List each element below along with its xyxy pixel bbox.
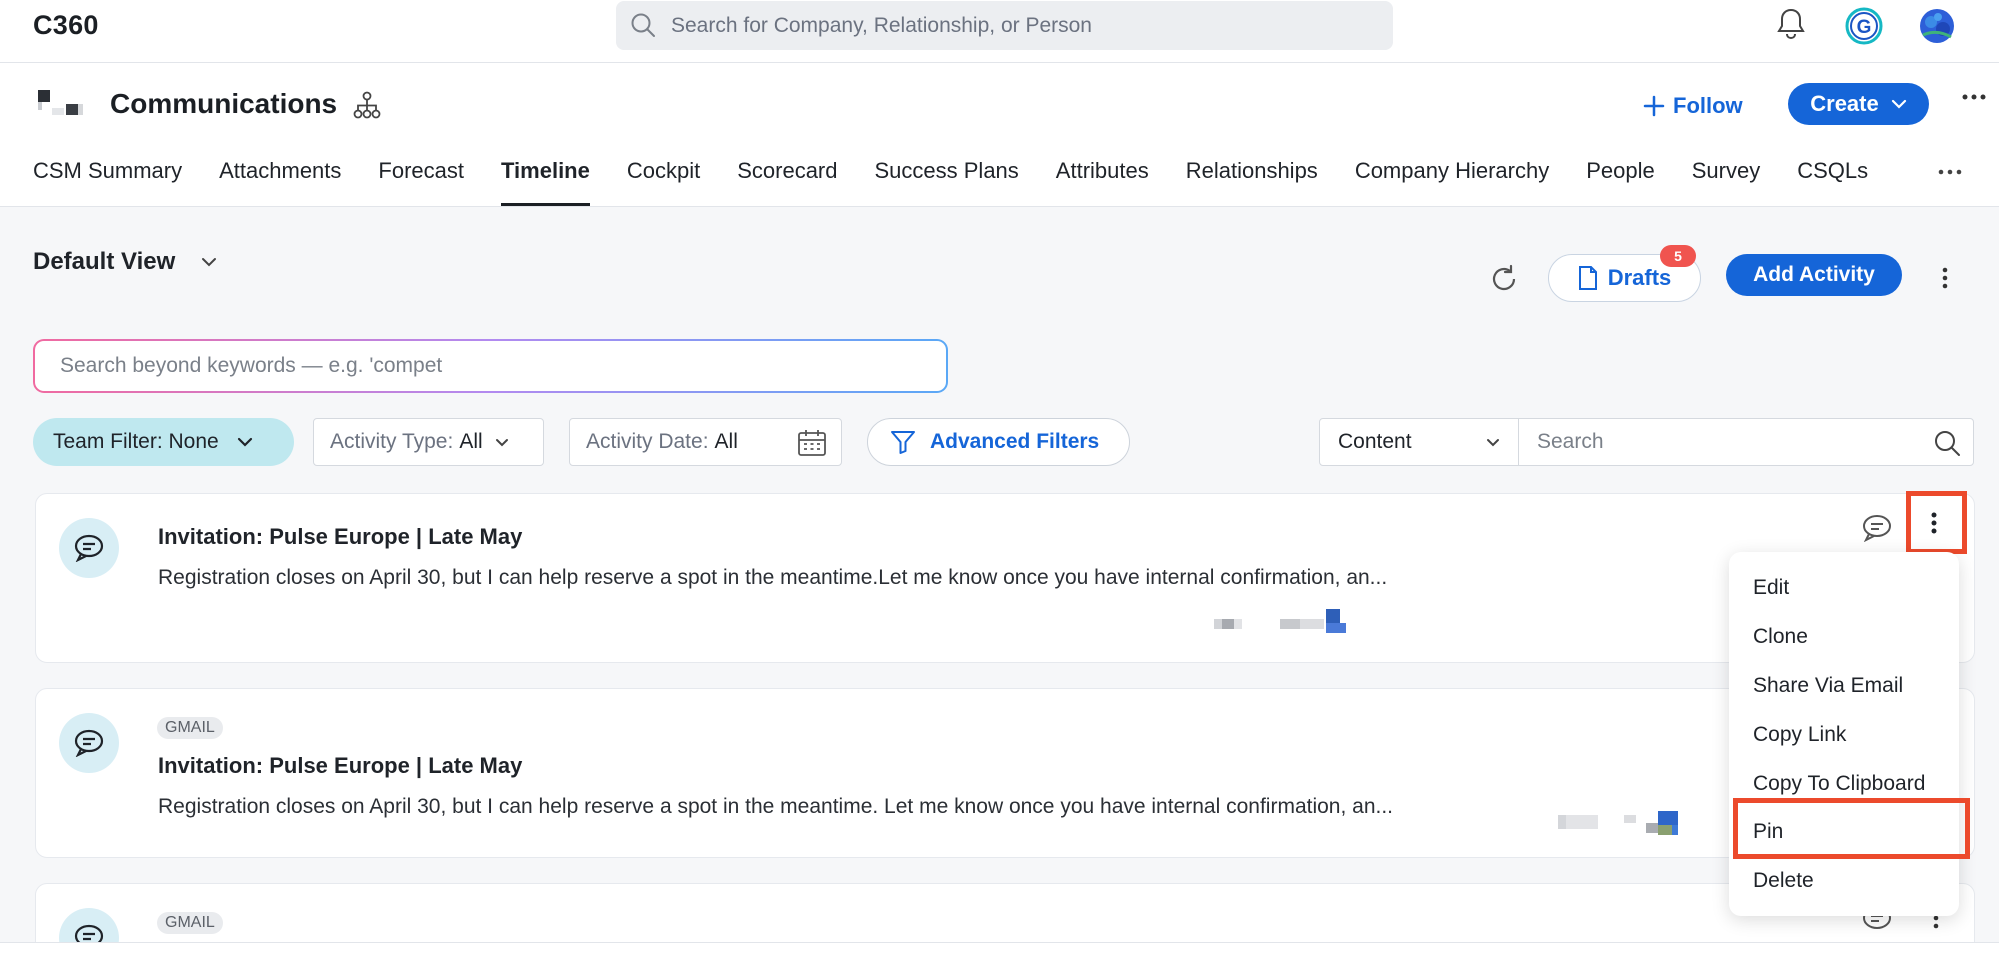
tab-attachments[interactable]: Attachments <box>219 158 341 206</box>
activity-context-menu: Edit Clone Share Via Email Copy Link Cop… <box>1729 552 1959 916</box>
chat-icon <box>59 518 119 578</box>
global-search-input[interactable]: Search for Company, Relationship, or Per… <box>616 1 1393 50</box>
participants-avatars <box>1214 607 1346 637</box>
chat-icon <box>59 713 119 773</box>
view-name: Default View <box>33 248 176 275</box>
activity-title[interactable]: Invitation: Pulse Europe | Late May <box>158 524 522 550</box>
kebab-menu-icon[interactable] <box>1941 266 1949 290</box>
timeline-search-input[interactable]: Search <box>1518 418 1974 466</box>
follow-label: Follow <box>1673 93 1743 118</box>
app-brand[interactable]: C360 <box>33 10 99 41</box>
activity-type-dropdown[interactable]: Activity Type: All <box>313 418 544 466</box>
global-search-placeholder: Search for Company, Relationship, or Per… <box>671 14 1092 37</box>
more-tabs-icon[interactable] <box>1938 168 1962 176</box>
content-select-label: Content <box>1338 430 1412 453</box>
tab-cockpit[interactable]: Cockpit <box>627 158 700 206</box>
top-bar: C360 Search for Company, Relationship, o… <box>0 0 1999 63</box>
company-logo <box>38 90 83 116</box>
tab-people[interactable]: People <box>1586 158 1655 206</box>
hierarchy-icon[interactable] <box>353 91 381 119</box>
user-avatar[interactable] <box>1918 7 1956 45</box>
refresh-icon[interactable] <box>1488 263 1520 295</box>
activity-type-value: All <box>459 430 483 453</box>
menu-item-delete[interactable]: Delete <box>1753 869 1814 893</box>
participants-avatars <box>1558 809 1678 839</box>
tab-csm-summary[interactable]: CSM Summary <box>33 158 182 206</box>
kebab-menu-icon[interactable] <box>1930 511 1938 535</box>
team-filter-dropdown[interactable]: Team Filter: None <box>33 418 294 466</box>
tab-survey[interactable]: Survey <box>1692 158 1760 206</box>
create-label: Create <box>1810 91 1879 116</box>
comment-icon[interactable] <box>1861 514 1893 542</box>
tab-forecast[interactable]: Forecast <box>378 158 464 206</box>
drafts-label: Drafts <box>1607 265 1672 290</box>
menu-item-copy-to-clipboard[interactable]: Copy To Clipboard <box>1753 772 1925 796</box>
ai-search-input[interactable]: Search beyond keywords — e.g. 'compet <box>33 339 948 393</box>
activity-type-label: Activity Type: <box>330 430 454 453</box>
highlight-box <box>1733 798 1970 859</box>
more-options-icon[interactable] <box>1961 93 1987 101</box>
tab-success-plans[interactable]: Success Plans <box>875 158 1019 206</box>
chevron-down-icon <box>1486 438 1500 447</box>
tab-csqls[interactable]: CSQLs <box>1797 158 1868 206</box>
chevron-down-icon <box>201 257 217 267</box>
activity-card[interactable]: GMAIL Invitation: Pulse Europe | Late Ma… <box>35 688 1975 858</box>
team-filter-label: Team Filter: None <box>53 430 219 453</box>
activity-card[interactable]: Invitation: Pulse Europe | Late May Regi… <box>35 493 1975 663</box>
company-name: Communications <box>110 88 338 119</box>
funnel-icon <box>890 429 916 455</box>
menu-item-share-via-email[interactable]: Share Via Email <box>1753 674 1903 698</box>
tab-company-hierarchy[interactable]: Company Hierarchy <box>1355 158 1549 206</box>
create-button[interactable]: Create <box>1788 83 1929 125</box>
tab-scorecard[interactable]: Scorecard <box>737 158 837 206</box>
tab-attributes[interactable]: Attributes <box>1056 158 1149 206</box>
tab-bar: CSM Summary Attachments Forecast Timelin… <box>33 158 1905 206</box>
menu-item-edit[interactable]: Edit <box>1753 576 1789 600</box>
bell-icon[interactable] <box>1776 7 1806 41</box>
chevron-down-icon <box>495 438 509 447</box>
timeline-search-placeholder: Search <box>1537 430 1604 453</box>
ai-search-placeholder: Search beyond keywords — e.g. 'compet <box>35 341 946 391</box>
source-tag: GMAIL <box>157 912 223 934</box>
content-select[interactable]: Content <box>1319 418 1519 466</box>
document-icon <box>1578 266 1598 290</box>
activity-body: Registration closes on April 30, but I c… <box>158 566 1388 589</box>
menu-item-copy-link[interactable]: Copy Link <box>1753 723 1846 747</box>
source-tag: GMAIL <box>157 717 223 739</box>
grammarly-icon[interactable]: G <box>1845 7 1883 45</box>
activity-date-dropdown[interactable]: Activity Date: All <box>569 418 842 466</box>
activity-date-value: All <box>714 430 738 453</box>
activity-date-label: Activity Date: <box>586 430 709 453</box>
calendar-icon <box>797 429 827 457</box>
tab-timeline[interactable]: Timeline <box>501 158 590 206</box>
activity-body: Registration closes on April 30, but I c… <box>158 795 1394 818</box>
menu-item-clone[interactable]: Clone <box>1753 625 1808 649</box>
plus-icon <box>1643 95 1665 117</box>
tab-relationships[interactable]: Relationships <box>1186 158 1318 206</box>
activity-title[interactable]: Invitation: Pulse Europe | Late May <box>158 753 522 779</box>
follow-button[interactable]: Follow <box>1643 88 1743 124</box>
advanced-filters-button[interactable]: Advanced Filters <box>867 418 1130 466</box>
advanced-filters-label: Advanced Filters <box>930 430 1100 453</box>
chevron-down-icon <box>1891 99 1907 109</box>
drafts-count-badge: 5 <box>1660 245 1696 267</box>
view-selector[interactable]: Default View <box>33 238 217 286</box>
bottom-strip <box>0 942 1999 980</box>
search-icon <box>630 12 656 38</box>
svg-text:G: G <box>1857 17 1872 38</box>
add-activity-button[interactable]: Add Activity <box>1726 254 1902 296</box>
chevron-down-icon <box>237 437 253 447</box>
search-icon[interactable] <box>1933 429 1961 457</box>
